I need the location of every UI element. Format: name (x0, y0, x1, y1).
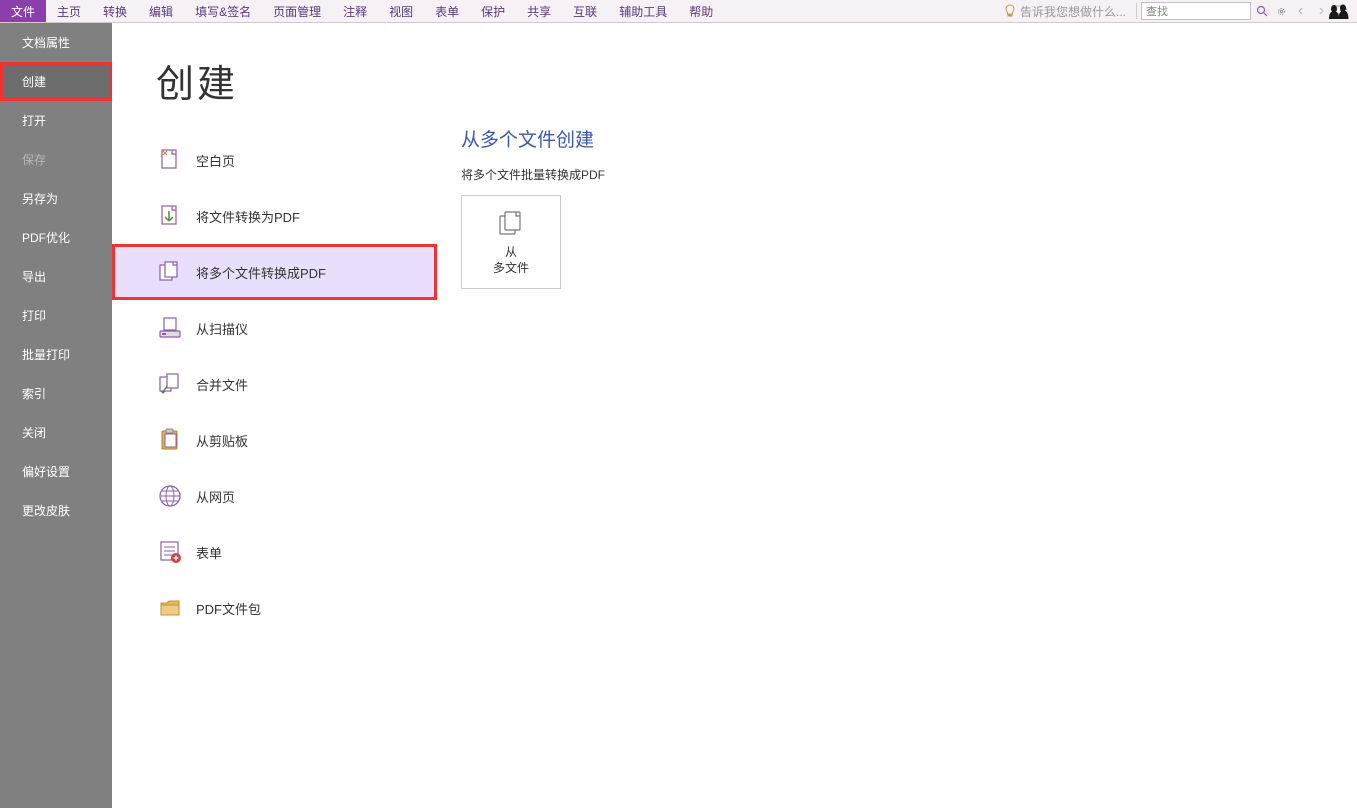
sidebar-item-8[interactable]: 批量打印 (0, 335, 112, 374)
form-icon (156, 538, 184, 566)
sidebar-item-4[interactable]: 另存为 (0, 179, 112, 218)
create-option-file-to-pdf[interactable]: 将文件转换为PDF (112, 188, 437, 244)
settings-gear-icon[interactable] (1271, 0, 1291, 22)
create-option-label: 从网页 (196, 487, 235, 506)
multi-document-icon (495, 207, 527, 239)
menubar-tab-12[interactable]: 辅助工具 (608, 0, 678, 22)
search-input[interactable]: 查找 (1141, 2, 1251, 20)
menubar-tab-11[interactable]: 互联 (562, 0, 608, 22)
create-option-label: 合并文件 (196, 375, 248, 394)
menubar-tab-5[interactable]: 页面管理 (262, 0, 332, 22)
sidebar-item-5[interactable]: PDF优化 (0, 218, 112, 257)
menubar-tab-4[interactable]: 填写&签名 (184, 0, 262, 22)
menubar-tab-6[interactable]: 注释 (332, 0, 378, 22)
create-option-clipboard[interactable]: 从剪贴板 (112, 412, 437, 468)
menubar-tab-10[interactable]: 共享 (516, 0, 562, 22)
sidebar-item-0[interactable]: 文档属性 (0, 23, 112, 62)
menubar-tab-2[interactable]: 转换 (92, 0, 138, 22)
clipboard-icon (156, 426, 184, 454)
create-option-web[interactable]: 从网页 (112, 468, 437, 524)
create-option-combine[interactable]: 合并文件 (112, 356, 437, 412)
nav-prev-icon[interactable] (1291, 0, 1311, 22)
tellme-search[interactable]: 告诉我您想做什么... (996, 0, 1134, 22)
menubar-tab-13[interactable]: 帮助 (678, 0, 724, 22)
menubar-tab-8[interactable]: 表单 (424, 0, 470, 22)
file-to-pdf-icon (156, 202, 184, 230)
create-option-label: 从扫描仪 (196, 319, 248, 338)
scanner-icon (156, 314, 184, 342)
create-option-label: 将文件转换为PDF (196, 207, 300, 226)
sidebar-item-6[interactable]: 导出 (0, 257, 112, 296)
create-option-label: 将多个文件转换成PDF (196, 263, 326, 282)
detail-panel: 从多个文件创建 将多个文件批量转换成PDF 从多文件 (437, 23, 1357, 808)
sidebar-item-3: 保存 (0, 140, 112, 179)
menubar: 文件主页转换编辑填写&签名页面管理注释视图表单保护共享互联辅助工具帮助 告诉我您… (0, 0, 1357, 23)
create-option-form[interactable]: 表单 (112, 524, 437, 580)
create-option-portfolio[interactable]: PDF文件包 (112, 580, 437, 636)
multi-file-to-pdf-icon (156, 258, 184, 286)
page-title: 创建 (112, 23, 437, 132)
menubar-spacer (724, 0, 996, 22)
sidebar-item-9[interactable]: 索引 (0, 374, 112, 413)
from-multiple-files-button[interactable]: 从多文件 (461, 195, 561, 289)
menubar-tab-0[interactable]: 文件 (0, 0, 46, 22)
create-option-label: 表单 (196, 543, 222, 562)
menubar-tab-1[interactable]: 主页 (46, 0, 92, 22)
detail-title: 从多个文件创建 (461, 125, 1357, 152)
sidebar-item-12[interactable]: 更改皮肤 (0, 491, 112, 530)
create-option-blank-page[interactable]: 空白页 (112, 132, 437, 188)
sidebar-item-2[interactable]: 打开 (0, 101, 112, 140)
portfolio-icon (156, 594, 184, 622)
search-button[interactable] (1253, 0, 1271, 22)
combine-icon (156, 370, 184, 398)
from-multiple-files-label: 从多文件 (493, 245, 529, 276)
menubar-tab-7[interactable]: 视图 (378, 0, 424, 22)
create-options-panel: 创建 空白页将文件转换为PDF 将多个文件转换成PDF 从扫描仪合并文件从剪贴板从网… (112, 23, 437, 808)
sidebar-item-11[interactable]: 偏好设置 (0, 452, 112, 491)
detail-subtitle: 将多个文件批量转换成PDF (461, 166, 1357, 183)
create-option-label: 空白页 (196, 151, 235, 170)
create-option-scanner[interactable]: 从扫描仪 (112, 300, 437, 356)
menubar-divider (1136, 3, 1137, 19)
blank-page-icon (156, 146, 184, 174)
sidebar-item-10[interactable]: 关闭 (0, 413, 112, 452)
menubar-tab-9[interactable]: 保护 (470, 0, 516, 22)
create-option-label: 从剪贴板 (196, 431, 248, 450)
search-placeholder: 查找 (1146, 3, 1168, 19)
user-silhouettes-icon[interactable] (1325, 0, 1353, 21)
web-icon (156, 482, 184, 510)
menubar-tab-3[interactable]: 编辑 (138, 0, 184, 22)
tellme-text: 告诉我您想做什么... (1020, 3, 1126, 20)
lightbulb-icon (1004, 4, 1016, 18)
sidebar-item-1[interactable]: 创建 (0, 62, 112, 101)
sidebar-item-7[interactable]: 打印 (0, 296, 112, 335)
search-icon (1256, 5, 1268, 17)
create-option-label: PDF文件包 (196, 599, 261, 618)
file-menu-sidebar: 文档属性创建打开保存另存为PDF优化导出打印批量打印索引关闭偏好设置更改皮肤 (0, 23, 112, 808)
create-option-multi-file-to-pdf[interactable]: 将多个文件转换成PDF (112, 244, 437, 300)
